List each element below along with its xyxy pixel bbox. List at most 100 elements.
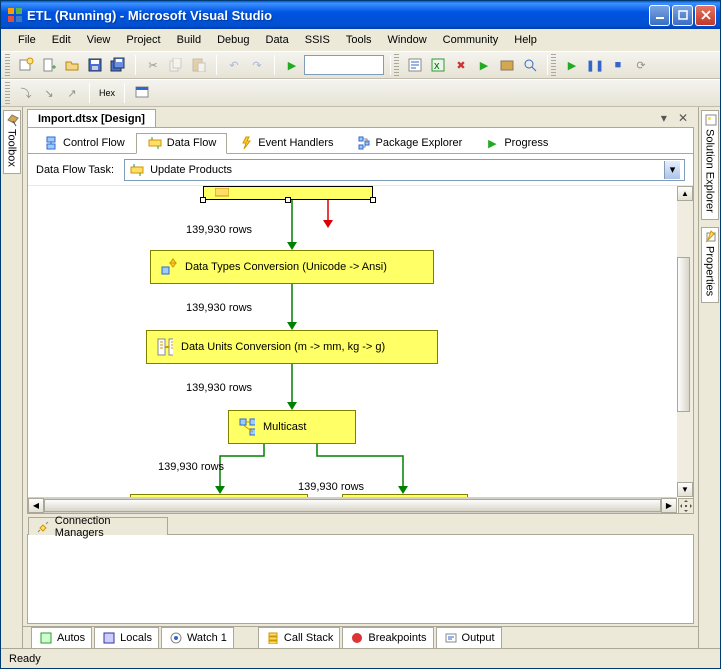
task-selector-row: Data Flow Task: Update Products ▾ (28, 154, 693, 186)
tab-locals[interactable]: Locals (94, 627, 159, 649)
design-canvas[interactable]: 139,930 rows Data Types Conversion (Unic… (28, 186, 693, 513)
menu-edit[interactable]: Edit (45, 32, 78, 48)
flow-box-multicast[interactable]: Multicast (228, 410, 356, 444)
app-icon (7, 7, 23, 23)
source-icon (214, 186, 230, 201)
redo-button: ↷ (246, 54, 268, 76)
menu-project[interactable]: Project (119, 32, 167, 48)
locals-icon (101, 630, 117, 646)
cut-button: ✂ (142, 54, 164, 76)
flow-box-types-conversion[interactable]: Data Types Conversion (Unicode -> Ansi) (150, 250, 434, 284)
breakpoint-icon (349, 630, 365, 646)
event-handlers-icon (238, 135, 254, 151)
menu-help[interactable]: Help (507, 32, 544, 48)
toolbar-handle-2[interactable] (394, 54, 399, 76)
close-document-button[interactable]: ✕ (674, 109, 692, 127)
tab-breakpoints[interactable]: Breakpoints (342, 627, 433, 649)
active-files-button[interactable]: ▾ (657, 109, 671, 127)
menu-debug[interactable]: Debug (210, 32, 256, 48)
toolbar-debug: ⤵ ↘ ↗ Hex (1, 79, 720, 107)
scroll-thumb[interactable] (677, 257, 690, 412)
convert-icon (161, 259, 177, 275)
flow-box-units-conversion[interactable]: Data Units Conversion (m -> mm, kg -> g) (146, 330, 438, 364)
close-button[interactable] (695, 5, 716, 26)
tab-event-handlers[interactable]: Event Handlers (227, 132, 344, 153)
tab-package-explorer[interactable]: Package Explorer (345, 132, 474, 153)
hex-button[interactable]: Hex (96, 82, 118, 104)
tab-output[interactable]: Output (436, 627, 502, 649)
scroll-up-button[interactable]: ▲ (677, 186, 693, 201)
selection-handle[interactable] (285, 197, 291, 203)
scroll-thumb[interactable] (44, 499, 661, 512)
toolbar-standard: ✂ ↶ ↷ ▶ x ✖ ▶ ▶ ❚❚ ■ ⟳ (1, 51, 720, 79)
properties-tab[interactable]: Properties (701, 227, 719, 303)
connection-managers-panel: Connection Managers (27, 534, 694, 624)
toolbar-handle-4[interactable] (5, 82, 10, 104)
copy-button (165, 54, 187, 76)
scroll-down-button[interactable]: ▼ (677, 482, 693, 497)
debug-stop-button[interactable]: ■ (607, 54, 629, 76)
step-over-button: ⤵ (15, 82, 37, 104)
tab-data-flow[interactable]: Data Flow (136, 133, 228, 154)
document-tab[interactable]: Import.dtsx [Design] (27, 109, 156, 127)
maximize-button[interactable] (672, 5, 693, 26)
statusbar: Ready (1, 648, 720, 668)
tab-call-stack[interactable]: Call Stack (258, 627, 341, 649)
ssis-log-button[interactable] (404, 54, 426, 76)
start-debug-button[interactable]: ▶ (281, 54, 303, 76)
menu-view[interactable]: View (80, 32, 118, 48)
ssis-settings-button[interactable]: ✖ (450, 54, 472, 76)
toolbar-handle[interactable] (5, 54, 10, 76)
connection-managers-tab[interactable]: Connection Managers (28, 517, 168, 535)
selection-handle[interactable] (200, 197, 206, 203)
menu-ssis[interactable]: SSIS (298, 32, 337, 48)
ssis-start-button[interactable]: ▶ (473, 54, 495, 76)
titlebar: ETL (Running) - Microsoft Visual Studio (1, 1, 720, 29)
debug-pause-button[interactable]: ❚❚ (584, 54, 606, 76)
row-count-label: 139,930 rows (186, 382, 252, 394)
selection-handle[interactable] (370, 197, 376, 203)
tab-watch[interactable]: Watch 1 (161, 627, 234, 649)
designer-tabs: Control Flow Data Flow Event Handlers Pa… (28, 128, 693, 154)
new-project-button[interactable] (15, 54, 37, 76)
toolbox-label: Toolbox (6, 129, 18, 167)
paste-button (188, 54, 210, 76)
horizontal-scrollbar[interactable]: ◀ ▶ (28, 497, 677, 513)
add-item-button[interactable] (38, 54, 60, 76)
menu-community[interactable]: Community (436, 32, 506, 48)
script-icon (157, 339, 173, 355)
scroll-left-button[interactable]: ◀ (28, 498, 44, 513)
pan-grip-icon[interactable] (678, 498, 693, 513)
solution-explorer-tab[interactable]: Solution Explorer (701, 110, 719, 220)
ssis-package-button[interactable] (496, 54, 518, 76)
menu-build[interactable]: Build (170, 32, 208, 48)
save-all-button[interactable] (107, 54, 129, 76)
ssis-variables-button[interactable]: x (427, 54, 449, 76)
status-text: Ready (9, 653, 41, 665)
toolbox-tab[interactable]: Toolbox (3, 110, 21, 174)
menu-tools[interactable]: Tools (339, 32, 379, 48)
scroll-right-button[interactable]: ▶ (661, 498, 677, 513)
task-dropdown[interactable]: Update Products ▾ (124, 159, 685, 181)
tab-progress[interactable]: ▶ Progress (473, 132, 559, 153)
row-count-label: 139,930 rows (158, 461, 224, 473)
menu-file[interactable]: File (11, 32, 43, 48)
solution-explorer-label: Solution Explorer (704, 129, 716, 213)
menu-data[interactable]: Data (259, 32, 296, 48)
tab-control-flow[interactable]: Control Flow (32, 132, 136, 153)
config-dropdown[interactable] (304, 55, 384, 75)
vertical-scrollbar[interactable]: ▲ ▼ (677, 186, 693, 497)
ssis-explore-button[interactable] (519, 54, 541, 76)
minimize-button[interactable] (649, 5, 670, 26)
open-button[interactable] (61, 54, 83, 76)
output-icon (443, 630, 459, 646)
toolbar-handle-3[interactable] (551, 54, 556, 76)
debug-windows-button[interactable] (131, 82, 153, 104)
step-into-button: ↘ (38, 82, 60, 104)
menu-window[interactable]: Window (381, 32, 434, 48)
debug-continue-button[interactable]: ▶ (561, 54, 583, 76)
task-label: Data Flow Task: (36, 164, 114, 176)
save-button[interactable] (84, 54, 106, 76)
tab-autos[interactable]: Autos (31, 627, 92, 649)
task-selected: Update Products (150, 164, 232, 176)
